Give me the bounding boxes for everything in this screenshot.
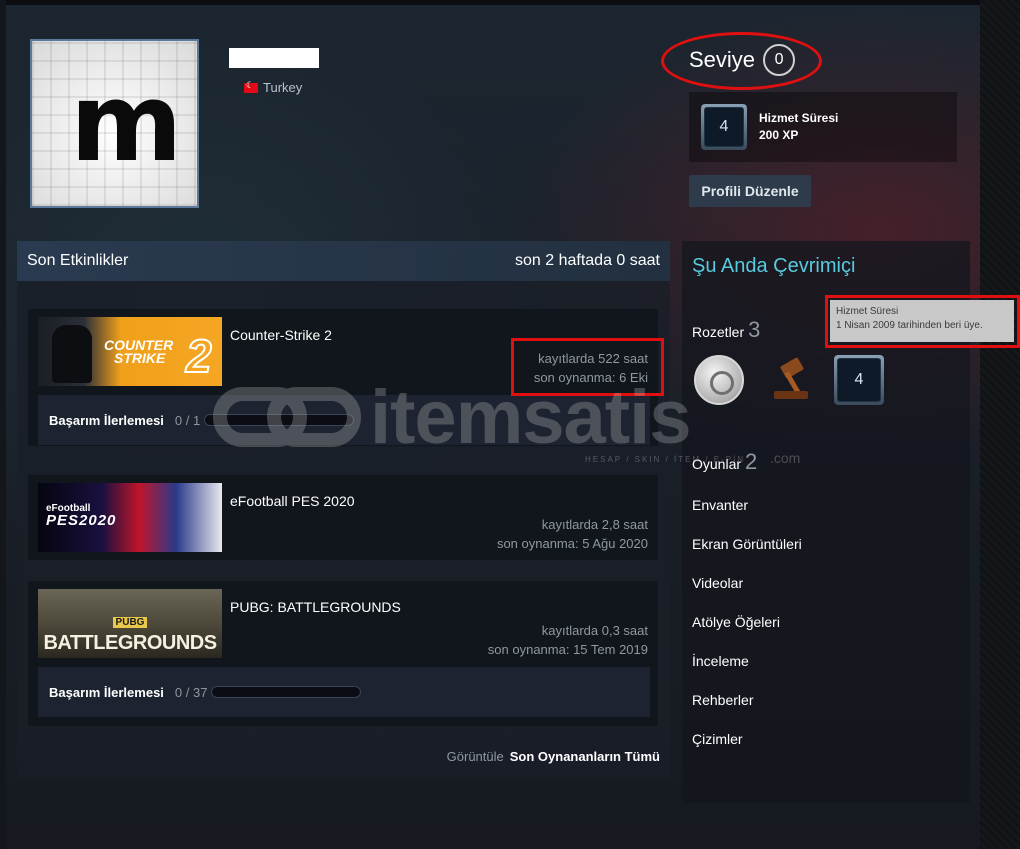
cover-text: COUNTER STRIKE: [104, 337, 174, 366]
top-bar: [0, 0, 1020, 5]
game-cover-efootball-pes-2020[interactable]: eFootball PES2020: [38, 483, 222, 552]
left-edge: [0, 0, 6, 849]
watermark-subtext: HESAP / SKIN / İTEM / E-PİN: [585, 455, 746, 464]
years-of-service-badge-icon: 4: [701, 104, 747, 150]
badge-title: Hizmet Süresi: [759, 111, 839, 125]
view-all-link[interactable]: Son Oynananların Tümü: [510, 749, 660, 764]
view-all-recent: Görüntüle Son Oynananların Tümü: [447, 749, 660, 764]
recent-activity-title: Son Etkinlikler: [27, 252, 129, 269]
avatar[interactable]: m: [30, 39, 199, 208]
badge-xp: 200 XP: [759, 128, 799, 142]
cover-text: eFootball PES2020: [46, 503, 117, 529]
game-last-played: son oynanma: 15 Tem 2019: [487, 642, 648, 657]
game-title[interactable]: PUBG: BATTLEGROUNDS: [230, 599, 401, 615]
sidebar-item-screenshots[interactable]: Ekran Görüntüleri: [692, 536, 802, 552]
achievement-progress[interactable]: Başarım İlerlemesi 0 / 1: [38, 395, 650, 445]
edit-profile-button[interactable]: Profili Düzenle: [689, 175, 811, 207]
profile-country: Turkey: [244, 80, 302, 95]
sidebar-item-guides[interactable]: Rehberler: [692, 692, 753, 708]
badge-info: Hizmet Süresi 200 XP: [759, 110, 838, 144]
badges-count: 3: [748, 317, 761, 342]
tooltip-annotation-box: [825, 295, 1020, 348]
sidebar-badges-link[interactable]: Rozetler 3: [692, 317, 760, 343]
game-title[interactable]: Counter-Strike 2: [230, 327, 332, 343]
achievement-progress-bar: [204, 414, 355, 426]
watermark-domain: .com: [770, 450, 801, 466]
level-annotation-circle: [661, 32, 822, 90]
sidebar-item-reviews[interactable]: İnceleme: [692, 653, 749, 669]
avatar-letter: m: [70, 61, 183, 186]
achievement-count: 0 / 37: [174, 684, 208, 700]
game-title[interactable]: eFootball PES 2020: [230, 493, 355, 509]
achievement-count: 0 / 1: [174, 412, 201, 428]
years-of-service-badge-small-icon[interactable]: 4: [834, 355, 884, 405]
sidebar-item-workshop[interactable]: Atölye Öğeleri: [692, 614, 780, 630]
online-status: Şu Anda Çevrimiçi: [692, 255, 856, 277]
recent-activity-summary: son 2 haftada 0 saat: [515, 252, 660, 269]
turkey-flag-icon: [244, 80, 258, 93]
soldier-silhouette: [52, 325, 92, 383]
country-label: Turkey: [263, 80, 303, 95]
achievement-progress[interactable]: Başarım İlerlemesi 0 / 37: [38, 667, 650, 717]
favorite-badge[interactable]: 4 Hizmet Süresi 200 XP: [689, 92, 957, 162]
pillar-of-community-badge-icon[interactable]: [694, 355, 744, 405]
recent-activity-panel: Son Etkinlikler son 2 haftada 0 saat COU…: [17, 241, 670, 777]
game-last-played: son oynanma: 5 Ağu 2020: [496, 536, 648, 551]
playtime-annotation-box: [511, 338, 664, 396]
game-card-pubg-battlegrounds: PUBG BATTLEGROUNDS PUBG: BATTLEGROUNDS k…: [28, 581, 658, 726]
cover-text: PUBG BATTLEGROUNDS: [43, 617, 217, 654]
view-label: Görüntüle: [446, 749, 504, 764]
sidebar-item-videos[interactable]: Videolar: [692, 575, 743, 591]
game-hours-total: kayıtlarda 0,3 saat: [541, 623, 648, 638]
game-playtime: kayıtlarda 2,8 saat son oynanma: 5 Ağu 2…: [497, 515, 648, 553]
right-edge-pattern: [980, 0, 1020, 849]
recent-activity-header: Son Etkinlikler son 2 haftada 0 saat: [17, 241, 670, 281]
badges-label: Rozetler: [692, 324, 745, 340]
cover-number: 2: [185, 329, 213, 383]
games-count: 2: [745, 449, 758, 474]
achievement-label: Başarım İlerlemesi: [49, 412, 164, 428]
profile-name-redacted: [229, 48, 319, 68]
game-cover-counter-strike-2[interactable]: COUNTER STRIKE 2: [38, 317, 222, 386]
achievement-progress-bar: [211, 686, 362, 698]
game-playtime: kayıtlarda 0,3 saat son oynanma: 15 Tem …: [488, 621, 648, 659]
badge-number: 4: [704, 107, 744, 147]
game-hours-total: kayıtlarda 2,8 saat: [541, 517, 648, 532]
game-cover-pubg-battlegrounds[interactable]: PUBG BATTLEGROUNDS: [38, 589, 222, 658]
sidebar-item-inventory[interactable]: Envanter: [692, 497, 748, 513]
sidebar-item-artwork[interactable]: Çizimler: [692, 731, 743, 747]
achievement-label: Başarım İlerlemesi: [49, 684, 164, 700]
game-card-efootball-pes-2020: eFootball PES2020 eFootball PES 2020 kay…: [28, 475, 658, 560]
gavel-badge-icon[interactable]: [764, 353, 818, 407]
badge-number-small: 4: [837, 358, 881, 402]
